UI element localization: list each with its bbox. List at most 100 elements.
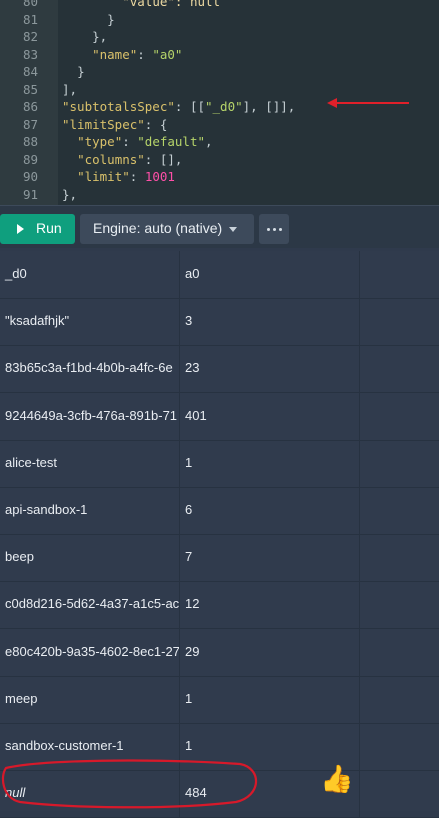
table-cell[interactable]: "ksadafhjk" <box>0 298 180 346</box>
table-cell[interactable]: 1 <box>180 439 360 487</box>
table-cell[interactable]: beep <box>0 534 180 582</box>
table-cell[interactable] <box>360 581 439 628</box>
table-cell[interactable]: 401 <box>180 392 360 440</box>
table-cell[interactable] <box>360 723 439 770</box>
code-token: , <box>205 134 213 149</box>
cell-value: 12 <box>185 596 200 612</box>
code-text: "type": "default", <box>62 133 213 151</box>
table-row[interactable]: 9244649a-3cfb-476a-891b-71 401 <box>0 392 439 441</box>
column-header[interactable]: _d0 <box>0 251 180 298</box>
line-number: 80 <box>22 0 38 9</box>
table-cell[interactable]: 83b65c3a-f1bd-4b0b-a4fc-6e <box>0 345 180 393</box>
table-row[interactable]: beep 7 <box>0 534 439 583</box>
table-cell[interactable]: 7 <box>180 534 360 582</box>
table-cell[interactable] <box>360 487 439 534</box>
code-text: }, <box>62 186 77 204</box>
line-number: 90 <box>22 169 38 184</box>
column-header-label: a0 <box>185 266 200 281</box>
table-cell[interactable] <box>360 676 439 723</box>
table-row[interactable]: e80c420b-9a35-4602-8ec1-27 29 <box>0 628 439 677</box>
code-token: "default" <box>137 134 206 149</box>
run-button-label: Run <box>36 220 62 236</box>
line-number: 83 <box>22 46 38 62</box>
more-options-button[interactable] <box>259 214 289 244</box>
table-cell[interactable]: api-sandbox-1 <box>0 487 180 534</box>
code-token: }, <box>92 29 108 44</box>
line-number: 87 <box>22 116 38 132</box>
code-token: "value": null <box>122 0 221 9</box>
code-token: "subtotalsSpec" <box>62 99 175 114</box>
engine-selector[interactable]: Engine: auto (native) <box>80 214 254 244</box>
column-header[interactable] <box>360 251 439 298</box>
code-text: } <box>62 11 115 29</box>
table-cell[interactable]: 3 <box>180 298 360 346</box>
results-table: _d0 a0 "ksadafhjk" 3 83b65c3a-f1bd-4b0b-a4fc… <box>0 251 439 818</box>
table-cell[interactable]: 6 <box>180 487 360 534</box>
cell-value: 1 <box>185 738 193 753</box>
column-header[interactable]: a0 <box>180 251 360 298</box>
code-token: ], <box>62 81 78 97</box>
code-token: "_d0" <box>205 99 243 114</box>
table-cell[interactable]: meep <box>0 675 180 723</box>
code-text: "limit": 1001 <box>62 168 175 186</box>
table-cell[interactable]: 29 <box>180 628 360 676</box>
run-button[interactable]: Run <box>0 214 75 244</box>
line-number: 91 <box>22 186 38 202</box>
code-token: 1001 <box>144 169 175 184</box>
table-cell[interactable]: 9244649a-3cfb-476a-891b-71 <box>0 392 180 440</box>
table-cell[interactable]: 1 <box>180 675 360 723</box>
cell-value: 3 <box>185 313 193 329</box>
table-cell[interactable] <box>360 629 439 676</box>
code-text: "columns": [], <box>62 151 182 169</box>
code-token: : <box>129 169 145 184</box>
line-number: 88 <box>22 134 38 149</box>
table-cell[interactable] <box>360 534 439 581</box>
table-cell[interactable]: c0d8d216-5d62-4a37-a1c5-ac <box>0 581 180 629</box>
table-row[interactable]: meep 1 <box>0 675 439 724</box>
table-cell[interactable] <box>360 440 439 487</box>
code-token: : { <box>144 116 168 132</box>
caret-down-icon <box>229 227 237 232</box>
code-text: } <box>62 63 85 81</box>
table-cell[interactable]: e80c420b-9a35-4602-8ec1-27 <box>0 628 180 676</box>
cell-value: 29 <box>185 643 200 659</box>
red-circle-annotation <box>1 759 258 809</box>
cell-value: 1 <box>185 454 193 470</box>
engine-selector-label: Engine: auto (native) <box>93 220 223 236</box>
table-cell[interactable] <box>360 393 439 440</box>
table-cell[interactable]: 23 <box>180 345 360 393</box>
thumbs-up-icon: 👍 <box>320 764 354 794</box>
code-token: "limit" <box>77 169 130 184</box>
code-text: }, <box>62 28 107 46</box>
table-row[interactable]: 83b65c3a-f1bd-4b0b-a4fc-6e 23 <box>0 345 439 394</box>
code-token: "type" <box>77 134 123 149</box>
table-header-row: _d0 a0 <box>0 251 439 299</box>
cell-value: alice-test <box>5 454 58 470</box>
table-cell[interactable] <box>360 298 439 345</box>
table-cell[interactable] <box>360 345 439 392</box>
code-token: "name" <box>92 46 138 62</box>
table-cell[interactable]: 12 <box>180 581 360 629</box>
cell-value: 23 <box>185 360 200 376</box>
table-cell[interactable]: alice-test <box>0 439 180 487</box>
code-token: : [], <box>144 151 183 167</box>
table-row[interactable]: c0d8d216-5d62-4a37-a1c5-ac 12 <box>0 581 439 630</box>
code-token: : <box>122 134 138 149</box>
play-icon <box>17 224 24 234</box>
column-header-label: _d0 <box>5 266 27 281</box>
cell-value: 9244649a-3cfb-476a-891b-71 <box>5 407 178 423</box>
code-token: } <box>77 64 85 79</box>
cell-value: c0d8d216-5d62-4a37-a1c5-ac <box>5 596 180 612</box>
cell-value: 7 <box>185 549 193 565</box>
code-token: "columns" <box>77 151 145 167</box>
table-row[interactable]: alice-test 1 <box>0 439 439 488</box>
cell-value: meep <box>5 690 38 706</box>
table-row[interactable]: api-sandbox-1 6 <box>0 487 439 535</box>
table-cell[interactable] <box>360 770 439 817</box>
table-row[interactable]: "ksadafhjk" 3 <box>0 298 439 347</box>
